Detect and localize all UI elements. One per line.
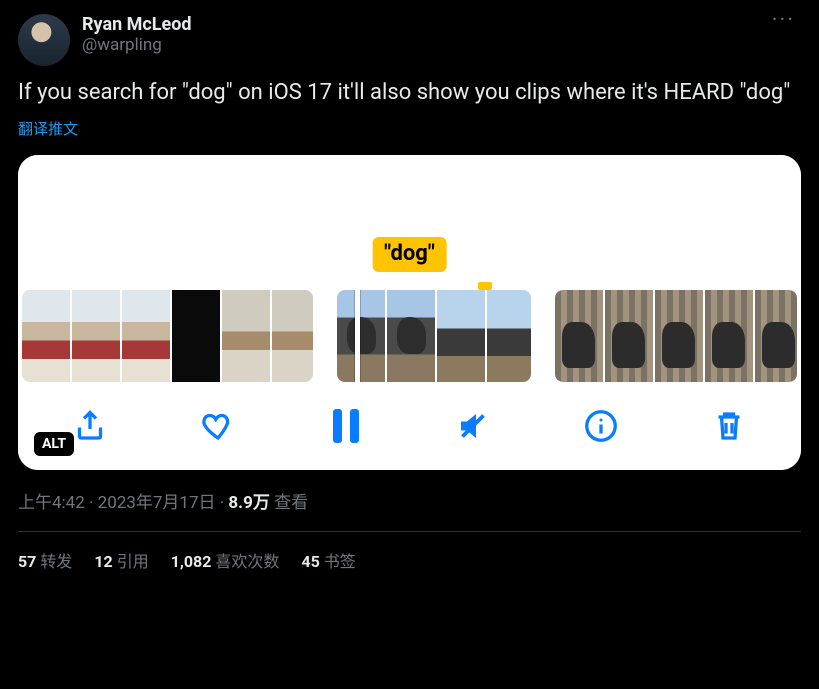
translate-link[interactable]: 翻译推文 xyxy=(18,118,801,139)
video-filmstrip[interactable] xyxy=(18,290,801,382)
author-names: Ryan McLeod @warpling xyxy=(82,14,766,55)
info-icon[interactable] xyxy=(579,404,623,448)
more-icon[interactable]: ··· xyxy=(766,10,801,32)
heart-icon[interactable] xyxy=(196,404,240,448)
clip-thumbnail[interactable] xyxy=(337,290,530,382)
mute-icon[interactable] xyxy=(451,404,495,448)
clip-thumbnail[interactable] xyxy=(555,290,797,382)
media-top: "dog" xyxy=(18,155,801,290)
timeline-marker xyxy=(478,282,492,290)
display-name[interactable]: Ryan McLeod xyxy=(82,14,766,35)
timestamp[interactable]: 上午4:42 xyxy=(18,493,85,513)
media-card[interactable]: "dog" xyxy=(18,155,801,470)
pause-icon[interactable] xyxy=(324,404,368,448)
tweet-text: If you search for "dog" on iOS 17 it'll … xyxy=(18,78,801,108)
stat-quotes[interactable]: 12引用 xyxy=(94,548,148,572)
media-toolbar xyxy=(18,382,801,470)
tweet-header: Ryan McLeod @warpling ··· xyxy=(18,14,801,66)
tweet: Ryan McLeod @warpling ··· If you search … xyxy=(0,0,819,572)
tweet-stats: 57转发 12引用 1,082喜欢次数 45书签 xyxy=(18,532,801,572)
playhead[interactable] xyxy=(355,290,360,382)
search-result-badge: "dog" xyxy=(372,237,447,272)
stat-bookmarks[interactable]: 45书签 xyxy=(301,548,355,572)
date[interactable]: 2023年7月17日 xyxy=(98,493,216,513)
avatar[interactable] xyxy=(18,14,70,66)
trash-icon[interactable] xyxy=(707,404,751,448)
views-label: 查看 xyxy=(274,493,308,513)
clip-thumbnail[interactable] xyxy=(22,290,313,382)
stat-retweets[interactable]: 57转发 xyxy=(18,548,72,572)
handle[interactable]: @warpling xyxy=(82,35,766,55)
stat-likes[interactable]: 1,082喜欢次数 xyxy=(171,548,280,572)
tweet-meta: 上午4:42 · 2023年7月17日 · 8.9万 查看 xyxy=(18,488,801,513)
share-icon[interactable] xyxy=(68,404,112,448)
alt-badge[interactable]: ALT xyxy=(34,432,74,456)
views-count: 8.9万 xyxy=(228,493,269,513)
